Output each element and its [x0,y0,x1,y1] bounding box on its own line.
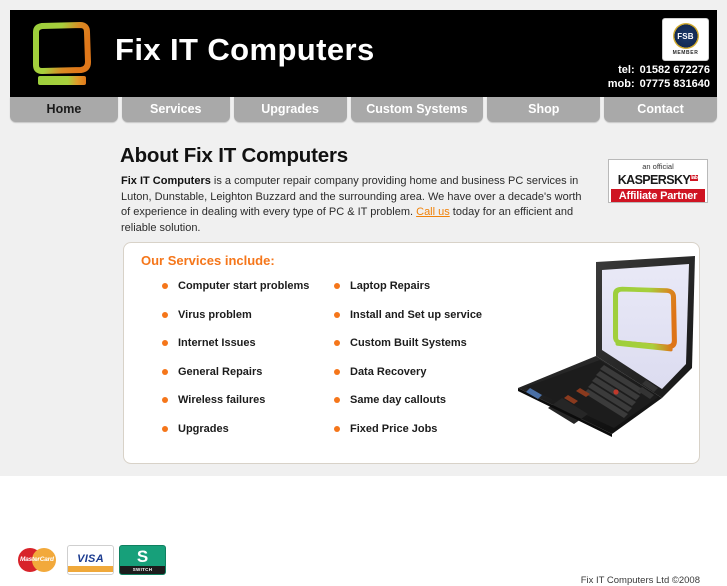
bullet-icon [334,340,340,347]
nav-item-home[interactable]: Home [10,97,118,122]
bullet-icon [334,368,340,375]
page-title: About Fix IT Computers [120,144,348,167]
service-item: Custom Built Systems [334,336,534,365]
kaspersky-top-label: an official [642,162,674,171]
telephone-label: tel: [618,64,635,76]
mastercard-icon: MasterCard [15,545,62,575]
services-column-right: Laptop Repairs Install and Set up servic… [334,279,534,451]
kaspersky-affiliate-label: Affiliate Partner [611,189,705,202]
nav-item-custom-systems[interactable]: Custom Systems [350,97,484,122]
nav-item-shop[interactable]: Shop [487,97,601,122]
bullet-icon [334,283,340,289]
nav-item-services[interactable]: Services [121,97,230,122]
fsb-member-badge: FSB MEMBER [662,18,709,61]
bullet-icon [162,368,168,375]
header-contact-details: tel: 01582 672276 mob: 07775 831640 [608,63,710,91]
mobile-label: mob: [607,78,635,90]
service-label: Upgrades [178,422,229,435]
kaspersky-affiliate-badge: an official KASPERSKYlab Affiliate Partn… [608,159,708,203]
call-us-link[interactable]: Call us [416,206,450,218]
telephone-value: 01582 672276 [639,64,710,76]
kaspersky-lab-suffix: lab [690,175,699,181]
nav-item-upgrades[interactable]: Upgrades [233,97,347,122]
bullet-icon [334,397,340,404]
bullet-icon [334,311,340,318]
fsb-member-label: MEMBER [672,50,699,56]
service-item: Fixed Price Jobs [334,422,534,451]
service-label: Computer start problems [178,280,310,292]
service-label: Same day callouts [350,394,446,407]
switch-icon: S SWITCH [119,545,166,575]
service-label: Laptop Repairs [350,280,431,292]
switch-glyph: S [136,547,149,566]
kaspersky-brand-text: KASPERSKY [617,173,691,188]
site-header: Fix IT Computers FSB MEMBER tel: 01582 67… [10,10,717,97]
bullet-icon [162,311,168,318]
service-label: Fixed Price Jobs [350,422,438,435]
bullet-icon [162,340,168,347]
service-label: Data Recovery [350,365,427,378]
mastercard-label: MasterCard [20,556,54,563]
bullet-icon [334,425,340,432]
visa-bar [68,566,113,572]
telephone-line: tel: 01582 672276 [608,63,710,77]
kaspersky-brand-label: KASPERSKYlab [609,171,707,187]
main-content: About Fix IT Computers Fix IT Computers … [10,124,717,586]
fsb-seal-icon: FSB [672,23,699,49]
service-label: Virus problem [178,308,252,321]
bullet-icon [162,283,168,289]
switch-label: SWITCH [120,566,165,574]
monitor-logo-icon [26,18,100,90]
service-label: General Repairs [178,365,263,378]
service-item: Data Recovery [334,365,534,394]
site-container: Fix IT Computers FSB MEMBER tel: 01582 67… [10,10,717,586]
main-navigation: Home Services Upgrades Custom Systems Sh… [10,97,717,124]
copyright-text: Fix IT Computers Ltd ©2008 [580,575,700,586]
page-root: Fix IT Computers FSB MEMBER tel: 01582 67… [0,0,727,586]
company-name-bold: Fix IT Computers [121,175,211,187]
bullet-icon [162,425,168,432]
site-title: Fix IT Computers [115,32,375,67]
service-label: Custom Built Systems [350,337,467,350]
service-item: Install and Set up service [334,308,534,337]
services-heading: Our Services include: [141,253,275,268]
nav-item-contact[interactable]: Contact [604,97,717,122]
service-label: Install and Set up service [350,308,483,321]
service-label: Internet Issues [178,337,256,350]
mobile-line: mob: 07775 831640 [608,77,710,91]
service-label: Wireless failures [178,394,266,407]
service-item: Same day callouts [334,393,534,422]
services-panel: Our Services include: Computer start pro… [123,242,700,464]
about-paragraph: Fix IT Computers is a computer repair co… [121,174,582,236]
visa-label: VISA [77,553,104,565]
bullet-icon [162,397,168,404]
mobile-value: 07775 831640 [639,78,710,90]
payment-methods: MasterCard VISA S SWITCH [15,545,166,575]
visa-icon: VISA [67,545,114,575]
service-item: Laptop Repairs [334,279,534,308]
